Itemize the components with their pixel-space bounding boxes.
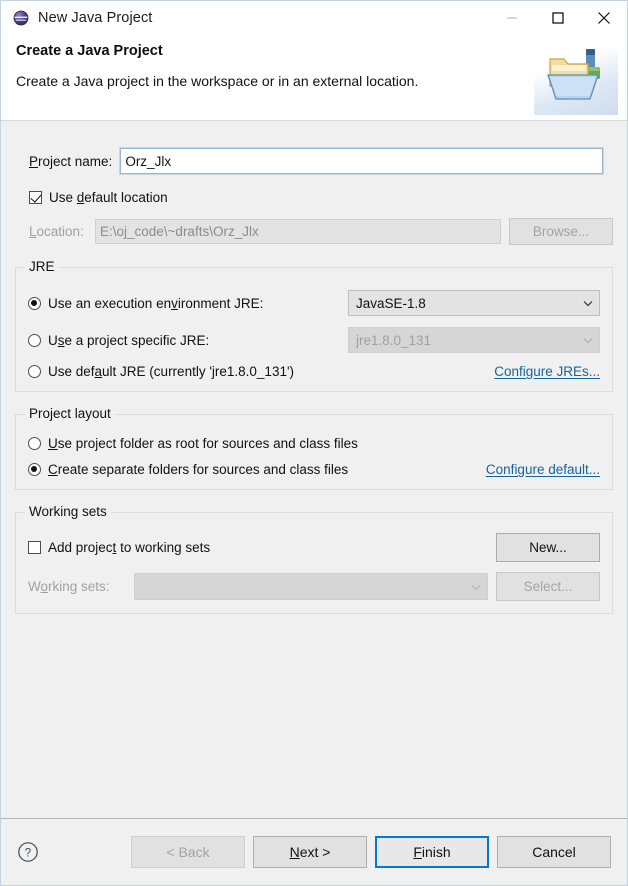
new-java-project-dialog: New Java Project Create a Java Project C… — [0, 0, 628, 886]
project-layout-group: Project layout Use project folder as roo… — [15, 406, 613, 490]
specific-jre-combo[interactable]: jre1.8.0_131 — [348, 327, 600, 353]
jre-specific-row: Use a project specific JRE: jre1.8.0_131 — [28, 327, 600, 353]
chevron-down-icon — [581, 333, 595, 347]
working-sets-group: Working sets Add project to working sets… — [15, 504, 613, 614]
specific-jre-value: jre1.8.0_131 — [356, 332, 432, 348]
layout-separate-label: Create separate folders for sources and … — [48, 462, 349, 477]
jre-default-row: Use default JRE (currently 'jre1.8.0_131… — [28, 364, 600, 379]
title-bar: New Java Project — [1, 1, 627, 35]
close-icon[interactable] — [581, 1, 627, 35]
jre-default-option[interactable]: Use default JRE (currently 'jre1.8.0_131… — [28, 364, 494, 379]
layout-separate-radio[interactable] — [28, 463, 41, 476]
jre-specific-label: Use a project specific JRE: — [48, 332, 210, 348]
finish-button[interactable]: Finish — [375, 836, 489, 868]
location-row: Location: E:\oj_code\~drafts\Orz_Jlx Bro… — [15, 218, 613, 245]
layout-separate-option[interactable]: Create separate folders for sources and … — [28, 462, 486, 477]
chevron-down-icon — [469, 580, 483, 594]
maximize-icon[interactable] — [535, 1, 581, 35]
jre-execution-environment-option[interactable]: Use an execution environment JRE: — [28, 296, 348, 311]
add-to-working-sets-checkbox[interactable] — [28, 541, 41, 554]
new-working-set-button[interactable]: New... — [496, 533, 600, 562]
location-input[interactable]: E:\oj_code\~drafts\Orz_Jlx — [95, 219, 501, 244]
project-name-label: Project name: — [29, 153, 113, 169]
dialog-body: Project name: Use default location Locat… — [1, 121, 627, 818]
use-default-location-checkbox[interactable] — [29, 191, 42, 204]
browse-button[interactable]: Browse... — [509, 218, 613, 245]
layout-root-radio[interactable] — [28, 437, 41, 450]
working-sets-select-row: Working sets: Select... — [28, 572, 600, 601]
jre-group: JRE Use an execution environment JRE: Ja… — [15, 259, 613, 392]
select-working-set-button[interactable]: Select... — [496, 572, 600, 601]
jre-execution-environment-label: Use an execution environment JRE: — [48, 295, 264, 311]
jre-default-label: Use default JRE (currently 'jre1.8.0_131… — [48, 364, 295, 379]
new-java-project-folder-icon — [534, 35, 618, 115]
jre-execution-environment-row: Use an execution environment JRE: JavaSE… — [28, 290, 600, 316]
project-name-row: Project name: — [15, 147, 613, 175]
project-name-input[interactable] — [119, 147, 604, 175]
jre-specific-option[interactable]: Use a project specific JRE: — [28, 333, 348, 348]
svg-text:?: ? — [25, 847, 31, 859]
minimize-icon[interactable] — [489, 1, 535, 35]
location-label: Location: — [29, 224, 84, 239]
execution-environment-value: JavaSE-1.8 — [356, 295, 426, 311]
configure-default-link[interactable]: Configure default... — [486, 462, 600, 477]
project-layout-group-label: Project layout — [25, 406, 115, 421]
jre-default-radio[interactable] — [28, 365, 41, 378]
dialog-header: Create a Java Project Create a Java proj… — [1, 35, 627, 120]
add-to-working-sets-row: Add project to working sets New... — [28, 533, 600, 562]
next-button[interactable]: Next > — [253, 836, 367, 868]
window-title: New Java Project — [38, 10, 153, 26]
jre-group-label: JRE — [25, 259, 59, 274]
execution-environment-combo[interactable]: JavaSE-1.8 — [348, 290, 600, 316]
jre-execution-environment-radio[interactable] — [28, 296, 41, 310]
layout-separate-row: Create separate folders for sources and … — [28, 462, 600, 477]
working-sets-combo[interactable] — [134, 573, 488, 600]
working-sets-group-label: Working sets — [25, 504, 111, 519]
help-icon[interactable]: ? — [17, 841, 39, 863]
working-sets-label: Working sets: — [28, 579, 110, 594]
use-default-location-label: Use default location — [49, 190, 168, 205]
back-button[interactable]: < Back — [131, 836, 245, 868]
java-project-icon — [13, 10, 29, 26]
layout-root-row[interactable]: Use project folder as root for sources a… — [28, 436, 600, 451]
jre-specific-radio[interactable] — [28, 333, 41, 347]
configure-jres-link[interactable]: Configure JREs... — [494, 364, 600, 379]
add-to-working-sets-label: Add project to working sets — [48, 540, 211, 555]
cancel-button[interactable]: Cancel — [497, 836, 611, 868]
add-to-working-sets-option[interactable]: Add project to working sets — [28, 540, 496, 555]
chevron-down-icon — [581, 296, 595, 310]
use-default-location-row[interactable]: Use default location — [15, 190, 613, 205]
dialog-footer: ? < Back Next > Finish Cancel — [1, 819, 627, 885]
layout-root-label: Use project folder as root for sources a… — [48, 436, 358, 451]
